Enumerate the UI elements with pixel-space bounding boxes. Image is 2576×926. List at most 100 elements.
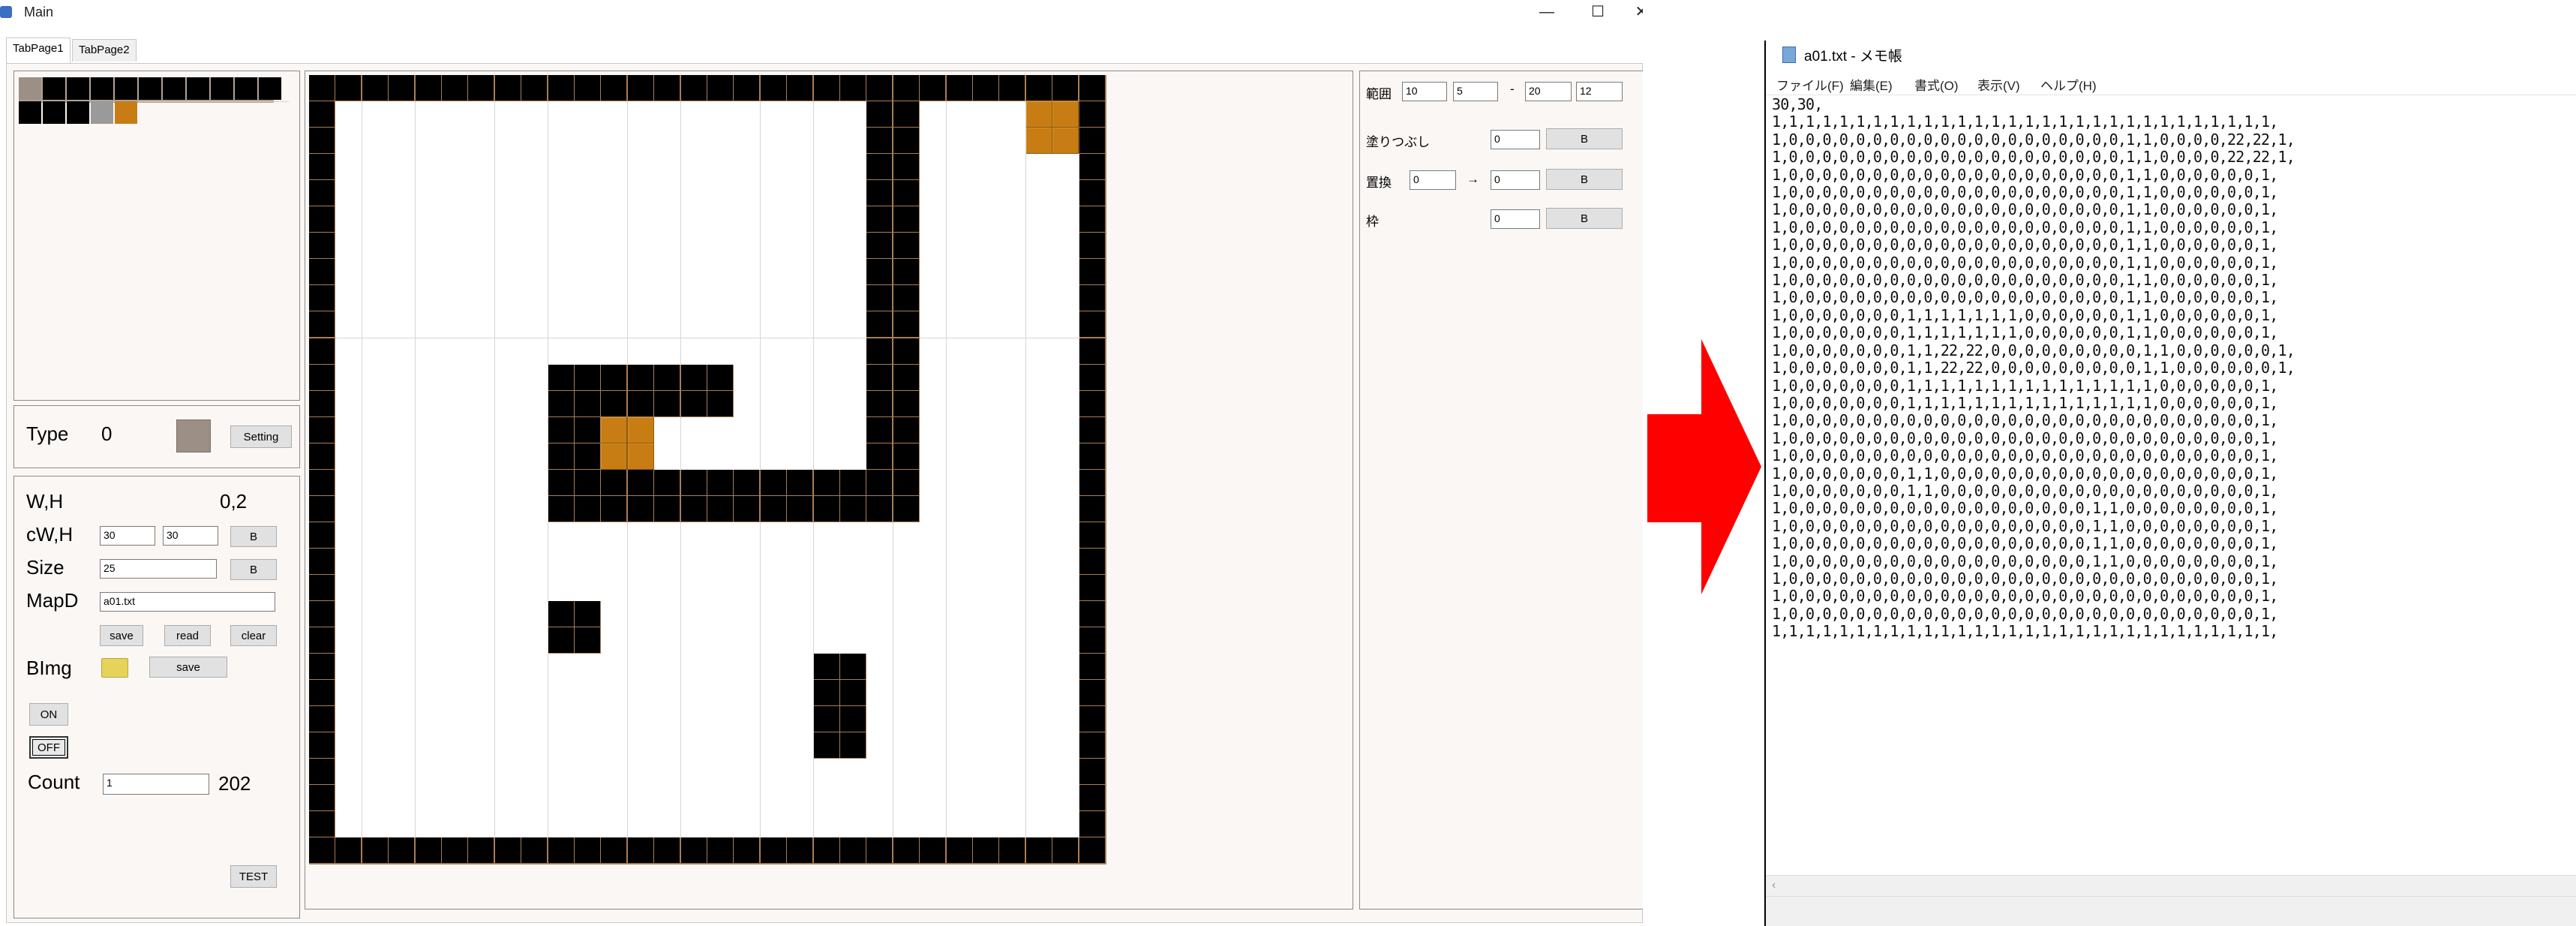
map-cell-empty[interactable] (1052, 469, 1080, 497)
map-cell-wall[interactable] (1079, 75, 1106, 102)
map-cell-empty[interactable] (601, 522, 629, 549)
map-cell-empty[interactable] (973, 390, 1000, 418)
map-cell-empty[interactable] (442, 364, 469, 392)
map-cell-empty[interactable] (362, 654, 389, 681)
map-cell-wall[interactable] (548, 443, 575, 471)
map-cell-empty[interactable] (1025, 206, 1053, 234)
map-cell-empty[interactable] (442, 101, 469, 129)
map-cell-empty[interactable] (442, 338, 469, 365)
map-cell-empty[interactable] (415, 706, 443, 734)
map-cell-empty[interactable] (575, 706, 602, 734)
map-cell-empty[interactable] (787, 364, 815, 392)
map-cell-empty[interactable] (1025, 338, 1053, 365)
palette-tile[interactable] (43, 101, 65, 124)
map-cell-empty[interactable] (389, 601, 416, 628)
map-cell-empty[interactable] (893, 522, 920, 549)
map-cell-empty[interactable] (920, 654, 947, 681)
map-cell-empty[interactable] (468, 154, 496, 182)
map-cell-empty[interactable] (389, 759, 416, 786)
map-cell-tile[interactable] (1052, 128, 1080, 155)
map-cell-empty[interactable] (840, 180, 867, 208)
map-cell-wall[interactable] (442, 837, 469, 865)
map-cell-empty[interactable] (760, 680, 788, 708)
map-cell-empty[interactable] (893, 732, 920, 760)
map-cell-empty[interactable] (707, 601, 734, 628)
map-cell-empty[interactable] (442, 233, 469, 260)
map-cell-empty[interactable] (813, 601, 841, 628)
range-y2-input[interactable]: 12 (1576, 82, 1623, 101)
map-cell-empty[interactable] (999, 601, 1027, 628)
map-cell-empty[interactable] (601, 601, 629, 628)
map-cell-empty[interactable] (521, 338, 549, 365)
map-cell-empty[interactable] (680, 732, 708, 760)
map-cell-empty[interactable] (787, 732, 815, 760)
map-grid[interactable] (309, 75, 1107, 865)
map-read-button[interactable]: read (164, 625, 211, 646)
map-cell-empty[interactable] (946, 311, 974, 339)
map-cell-empty[interactable] (973, 732, 1000, 760)
map-cell-empty[interactable] (946, 285, 974, 313)
map-cell-empty[interactable] (1052, 416, 1080, 444)
map-cell-empty[interactable] (415, 154, 443, 182)
map-cell-empty[interactable] (946, 338, 974, 365)
map-cell-empty[interactable] (415, 206, 443, 234)
map-cell-empty[interactable] (760, 654, 788, 681)
map-cell-empty[interactable] (707, 627, 734, 655)
map-cell-wall[interactable] (627, 495, 655, 523)
map-cell-empty[interactable] (415, 732, 443, 760)
map-cell-empty[interactable] (946, 390, 974, 418)
map-cell-empty[interactable] (415, 311, 443, 339)
map-cell-empty[interactable] (654, 654, 682, 681)
map-cell-empty[interactable] (1052, 259, 1080, 287)
tab-tabpage1[interactable]: TabPage1 (6, 38, 71, 63)
map-cell-empty[interactable] (494, 469, 522, 497)
map-cell-empty[interactable] (813, 128, 841, 155)
map-cell-empty[interactable] (627, 154, 655, 182)
palette-tile[interactable] (139, 77, 161, 100)
map-cell-empty[interactable] (521, 706, 549, 734)
map-cell-empty[interactable] (787, 627, 815, 655)
map-cell-empty[interactable] (1052, 285, 1080, 313)
map-cell-empty[interactable] (680, 285, 708, 313)
map-cell-empty[interactable] (760, 180, 788, 208)
map-cell-empty[interactable] (813, 364, 841, 392)
map-cell-wall[interactable] (494, 75, 522, 102)
map-cell-tile[interactable] (601, 416, 629, 444)
map-cell-empty[interactable] (920, 495, 947, 523)
map-cell-wall[interactable] (548, 75, 575, 102)
map-cell-empty[interactable] (680, 128, 708, 155)
map-cell-empty[interactable] (335, 364, 363, 392)
map-cell-empty[interactable] (760, 285, 788, 313)
map-cell-empty[interactable] (601, 548, 629, 576)
map-cell-empty[interactable] (680, 311, 708, 339)
map-cell-empty[interactable] (521, 785, 549, 813)
map-cell-empty[interactable] (1052, 601, 1080, 628)
map-cell-empty[interactable] (999, 522, 1027, 549)
map-cell-empty[interactable] (468, 759, 496, 786)
map-cell-empty[interactable] (840, 338, 867, 365)
map-cell-empty[interactable] (866, 732, 894, 760)
map-cell-empty[interactable] (335, 706, 363, 734)
map-cell-empty[interactable] (362, 732, 389, 760)
map-cell-wall[interactable] (575, 75, 602, 102)
map-cell-empty[interactable] (734, 233, 761, 260)
map-cell-empty[interactable] (389, 785, 416, 813)
range-y1-input[interactable]: 5 (1453, 82, 1498, 101)
map-cell-wall[interactable] (362, 837, 389, 865)
map-cell-empty[interactable] (442, 259, 469, 287)
map-cell-empty[interactable] (442, 311, 469, 339)
map-cell-wall[interactable] (893, 338, 920, 365)
map-cell-empty[interactable] (575, 785, 602, 813)
map-cell-wall[interactable] (1079, 627, 1106, 655)
map-cell-empty[interactable] (362, 259, 389, 287)
map-cell-wall[interactable] (787, 75, 815, 102)
map-cell-wall[interactable] (840, 654, 867, 681)
map-cell-wall[interactable] (415, 837, 443, 865)
map-cell-wall[interactable] (893, 154, 920, 182)
map-cell-empty[interactable] (521, 180, 549, 208)
map-cell-empty[interactable] (575, 233, 602, 260)
map-cell-empty[interactable] (946, 759, 974, 786)
map-cell-empty[interactable] (494, 259, 522, 287)
map-cell-empty[interactable] (442, 706, 469, 734)
map-cell-empty[interactable] (866, 811, 894, 839)
